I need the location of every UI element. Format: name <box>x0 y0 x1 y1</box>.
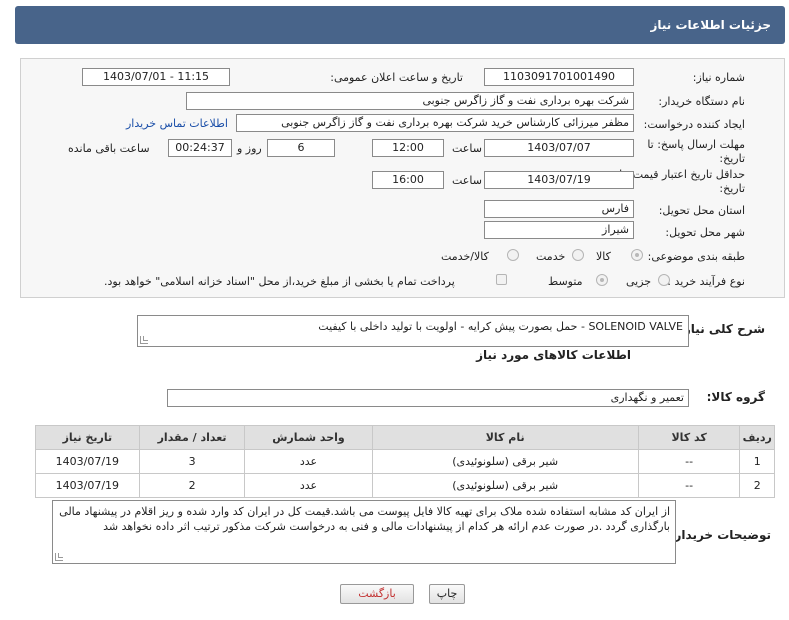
col-goods-name: نام کالا <box>371 425 639 450</box>
validity-time-label: ساعت <box>452 174 482 187</box>
page-title: جزئیات اطلاعات نیاز <box>650 18 771 32</box>
deadline-date-field: 1403/07/07 <box>484 139 634 157</box>
col-need-date: تاریخ نیاز <box>35 425 140 450</box>
cell-unit: عدد <box>244 449 373 474</box>
back-button[interactable]: بازگشت <box>340 584 414 604</box>
validity-time-field: 16:00 <box>372 171 444 189</box>
table-row: 1 -- شیر برقی (سلونوئیدی) عدد 3 1403/07/… <box>35 449 775 474</box>
buyer-notes-text: از ایران کد مشابه استفاده شده ملاک برای … <box>59 505 670 533</box>
province-field: فارس <box>484 200 634 218</box>
cell-goods-name: شیر برقی (سلونوئیدی) <box>371 449 639 474</box>
city-label: شهر محل تحویل: <box>665 226 745 239</box>
remaining-label: ساعت باقی مانده <box>68 142 150 155</box>
print-button[interactable]: چاپ <box>429 584 465 604</box>
cell-goods-name: شیر برقی (سلونوئیدی) <box>371 473 639 498</box>
cell-quantity: 2 <box>138 473 246 498</box>
resize-grip-icon[interactable] <box>140 336 148 344</box>
col-unit: واحد شمارش <box>244 425 373 450</box>
process-option-minor: جزیی <box>626 275 652 288</box>
need-number-field: 1103091701001490 <box>484 68 634 86</box>
treasury-payment-checkbox[interactable] <box>496 274 507 285</box>
treasury-payment-note: پرداخت تمام یا بخشی از مبلغ خرید،از محل … <box>104 275 455 288</box>
announce-label: تاریخ و ساعت اعلان عمومی: <box>330 71 463 84</box>
cell-need-date: 1403/07/19 <box>35 473 140 498</box>
buyer-notes-field: از ایران کد مشابه استفاده شده ملاک برای … <box>52 500 676 564</box>
creator-label: ایجاد کننده درخواست: <box>643 118 745 131</box>
cell-row-number: 1 <box>739 449 775 474</box>
validity-date-field: 1403/07/19 <box>484 171 634 189</box>
category-option-goods-service: کالا/خدمت <box>441 250 489 263</box>
cell-row-number: 2 <box>739 473 775 498</box>
category-option-goods: کالا <box>596 250 611 263</box>
contact-info-link[interactable]: اطلاعات تماس خریدار <box>126 117 228 130</box>
category-radio-service[interactable] <box>572 249 584 261</box>
process-radio-minor[interactable] <box>658 274 670 286</box>
announce-datetime-field: 1403/07/01 - 11:15 <box>82 68 230 86</box>
cell-goods-code: -- <box>637 449 741 474</box>
city-field: شیراز <box>484 221 634 239</box>
col-quantity: تعداد / مقدار <box>138 425 246 450</box>
cell-goods-code: -- <box>637 473 741 498</box>
process-label: نوع فرآیند خرید : <box>667 275 745 288</box>
category-label: طبقه بندی موضوعی: <box>647 250 745 263</box>
need-number-label: شماره نیاز: <box>692 71 745 84</box>
cell-unit: عدد <box>244 473 373 498</box>
description-label: شرح کلی نیاز: <box>679 322 765 336</box>
table-row: 2 -- شیر برقی (سلونوئیدی) عدد 2 1403/07/… <box>35 473 775 498</box>
days-label: روز و <box>237 142 262 155</box>
cell-quantity: 3 <box>138 449 246 474</box>
creator-field: مظفر میرزائی کارشناس خرید شرکت بهره بردا… <box>236 114 634 132</box>
process-option-medium: متوسط <box>548 275 583 288</box>
deadline-time-label: ساعت <box>452 142 482 155</box>
category-radio-goods[interactable] <box>631 249 643 261</box>
buyer-notes-label: توضیحات خریدار: <box>669 528 771 542</box>
validity-label: حداقل تاریخ اعتبار قیمت: تا <box>619 168 745 181</box>
table-header-row: ردیف کد کالا نام کالا واحد شمارش تعداد /… <box>35 425 775 450</box>
buyer-org-label: نام دستگاه خریدار: <box>658 95 745 108</box>
goods-table: ردیف کد کالا نام کالا واحد شمارش تعداد /… <box>35 425 775 498</box>
page-header: جزئیات اطلاعات نیاز <box>15 6 785 44</box>
description-field: SOLENOID VALVE - حمل بصورت پیش کرایه - ا… <box>137 315 689 347</box>
deadline-time-field: 12:00 <box>372 139 444 157</box>
province-label: استان محل تحویل: <box>658 204 745 217</box>
category-radio-goods-service[interactable] <box>507 249 519 261</box>
deadline-label: مهلت ارسال پاسخ: تا <box>647 138 745 151</box>
description-text: SOLENOID VALVE - حمل بصورت پیش کرایه - ا… <box>318 320 683 333</box>
category-option-service: خدمت <box>536 250 566 263</box>
days-remaining-field: 6 <box>267 139 335 157</box>
goods-section-title: اطلاعات کالاهای مورد نیاز <box>476 348 631 362</box>
cell-need-date: 1403/07/19 <box>35 449 140 474</box>
col-goods-code: کد کالا <box>637 425 741 450</box>
validity-label-date: تاریخ: <box>719 182 745 195</box>
goods-group-field: تعمیر و نگهداری <box>167 389 689 407</box>
col-row-number: ردیف <box>739 425 775 450</box>
resize-grip-icon[interactable] <box>55 553 63 561</box>
deadline-label-date: تاریخ: <box>719 152 745 165</box>
buyer-org-field: شرکت بهره برداری نفت و گاز زاگرس جنوبی <box>186 92 634 110</box>
goods-group-label: گروه کالا: <box>706 390 765 404</box>
remaining-time-field: 00:24:37 <box>168 139 232 157</box>
process-radio-medium[interactable] <box>596 274 608 286</box>
